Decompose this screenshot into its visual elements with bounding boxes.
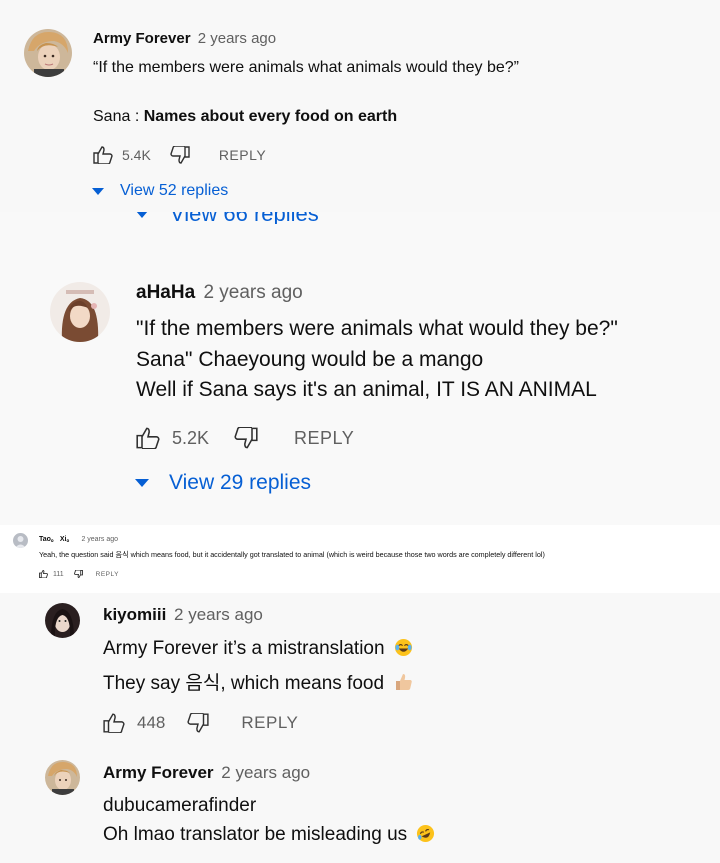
view-replies-button[interactable]: View 52 replies [92, 182, 228, 200]
triangle-down-icon [136, 212, 148, 218]
avatar[interactable] [45, 603, 80, 638]
reply-button[interactable]: REPLY [96, 571, 119, 578]
comment-actions: 111 REPLY [39, 570, 119, 578]
triangle-down-icon [92, 187, 104, 195]
comment-text-line: They say 음식, which means food [103, 668, 413, 698]
replies-section: kiyomiii 2 years ago Army Forever it’s a… [0, 593, 720, 863]
tears-of-joy-emoji [394, 638, 413, 663]
comment-author[interactable]: Army Forever [103, 763, 214, 782]
comment-actions: 5.2K REPLY [136, 427, 354, 449]
comment-tao-xi: Tao。 Xi。 2 years ago Yeah, the question … [0, 525, 720, 593]
rolling-laughing-emoji [416, 824, 435, 849]
reply-button[interactable]: REPLY [219, 147, 266, 163]
comment-timestamp[interactable]: 2 years ago [174, 605, 263, 624]
thumbs-up-icon[interactable] [39, 570, 48, 578]
like-count: 5.2K [172, 427, 210, 448]
triangle-down-icon [135, 479, 149, 487]
avatar[interactable] [13, 533, 28, 548]
thumbs-up-icon[interactable] [136, 427, 160, 449]
like-count: 111 [53, 570, 64, 578]
comment-text-line: Oh lmao translator be misleading us [103, 824, 435, 849]
comment-author[interactable]: kiyomiii [103, 605, 166, 624]
comment-text-line: dubucamerafinder [103, 795, 257, 816]
comment-actions: 448 REPLY [103, 713, 298, 733]
thumbs-down-icon[interactable] [234, 427, 258, 449]
comment-text-line: Well if Sana says it's an animal, IT IS … [136, 378, 597, 401]
comment-author[interactable]: Tao。 Xi。 [39, 536, 73, 543]
cropped-view-replies: View 66 replies [0, 212, 720, 224]
comment-text-line: Yeah, the question said 음식 which means f… [39, 550, 545, 559]
thumbs-down-icon[interactable] [170, 146, 190, 164]
comment-text-line: Sana" Chaeyoung would be a mango [136, 348, 484, 371]
reply-button[interactable]: REPLY [241, 713, 298, 733]
like-count: 5.4K [122, 147, 151, 163]
comment-author[interactable]: Army Forever [93, 30, 191, 47]
comment-ahaha: View 66 replies aHaHa 2 years ago "If th… [0, 212, 720, 520]
avatar[interactable] [50, 282, 110, 342]
thumbs-up-emoji [393, 672, 413, 698]
comment-actions: 5.4K REPLY [93, 146, 266, 164]
comment-text-line: Army Forever it’s a mistranslation [103, 638, 413, 663]
comment-text-line: Sana : Names about every food on earth [93, 108, 398, 125]
thumbs-down-icon[interactable] [187, 713, 209, 733]
thumbs-down-icon[interactable] [73, 570, 83, 578]
comment-timestamp[interactable]: 2 years ago [81, 536, 118, 543]
comment-text-line: “If the members were animals what animal… [93, 59, 519, 76]
comment-timestamp[interactable]: 2 years ago [198, 30, 276, 47]
view-replies-button[interactable]: View 29 replies [135, 471, 311, 495]
comment-army-forever-top: Army Forever 2 years ago “If the members… [0, 0, 720, 215]
thumbs-up-icon[interactable] [103, 713, 125, 733]
like-count: 448 [137, 713, 166, 732]
comment-author[interactable]: aHaHa [136, 282, 195, 303]
avatar[interactable] [45, 760, 80, 795]
comment-timestamp[interactable]: 2 years ago [203, 282, 302, 303]
avatar[interactable] [24, 29, 72, 77]
comment-text-line: "If the members were animals what would … [136, 317, 618, 340]
comment-timestamp[interactable]: 2 years ago [221, 763, 310, 782]
reply-button[interactable]: REPLY [294, 428, 354, 449]
thumbs-up-icon[interactable] [93, 146, 113, 164]
